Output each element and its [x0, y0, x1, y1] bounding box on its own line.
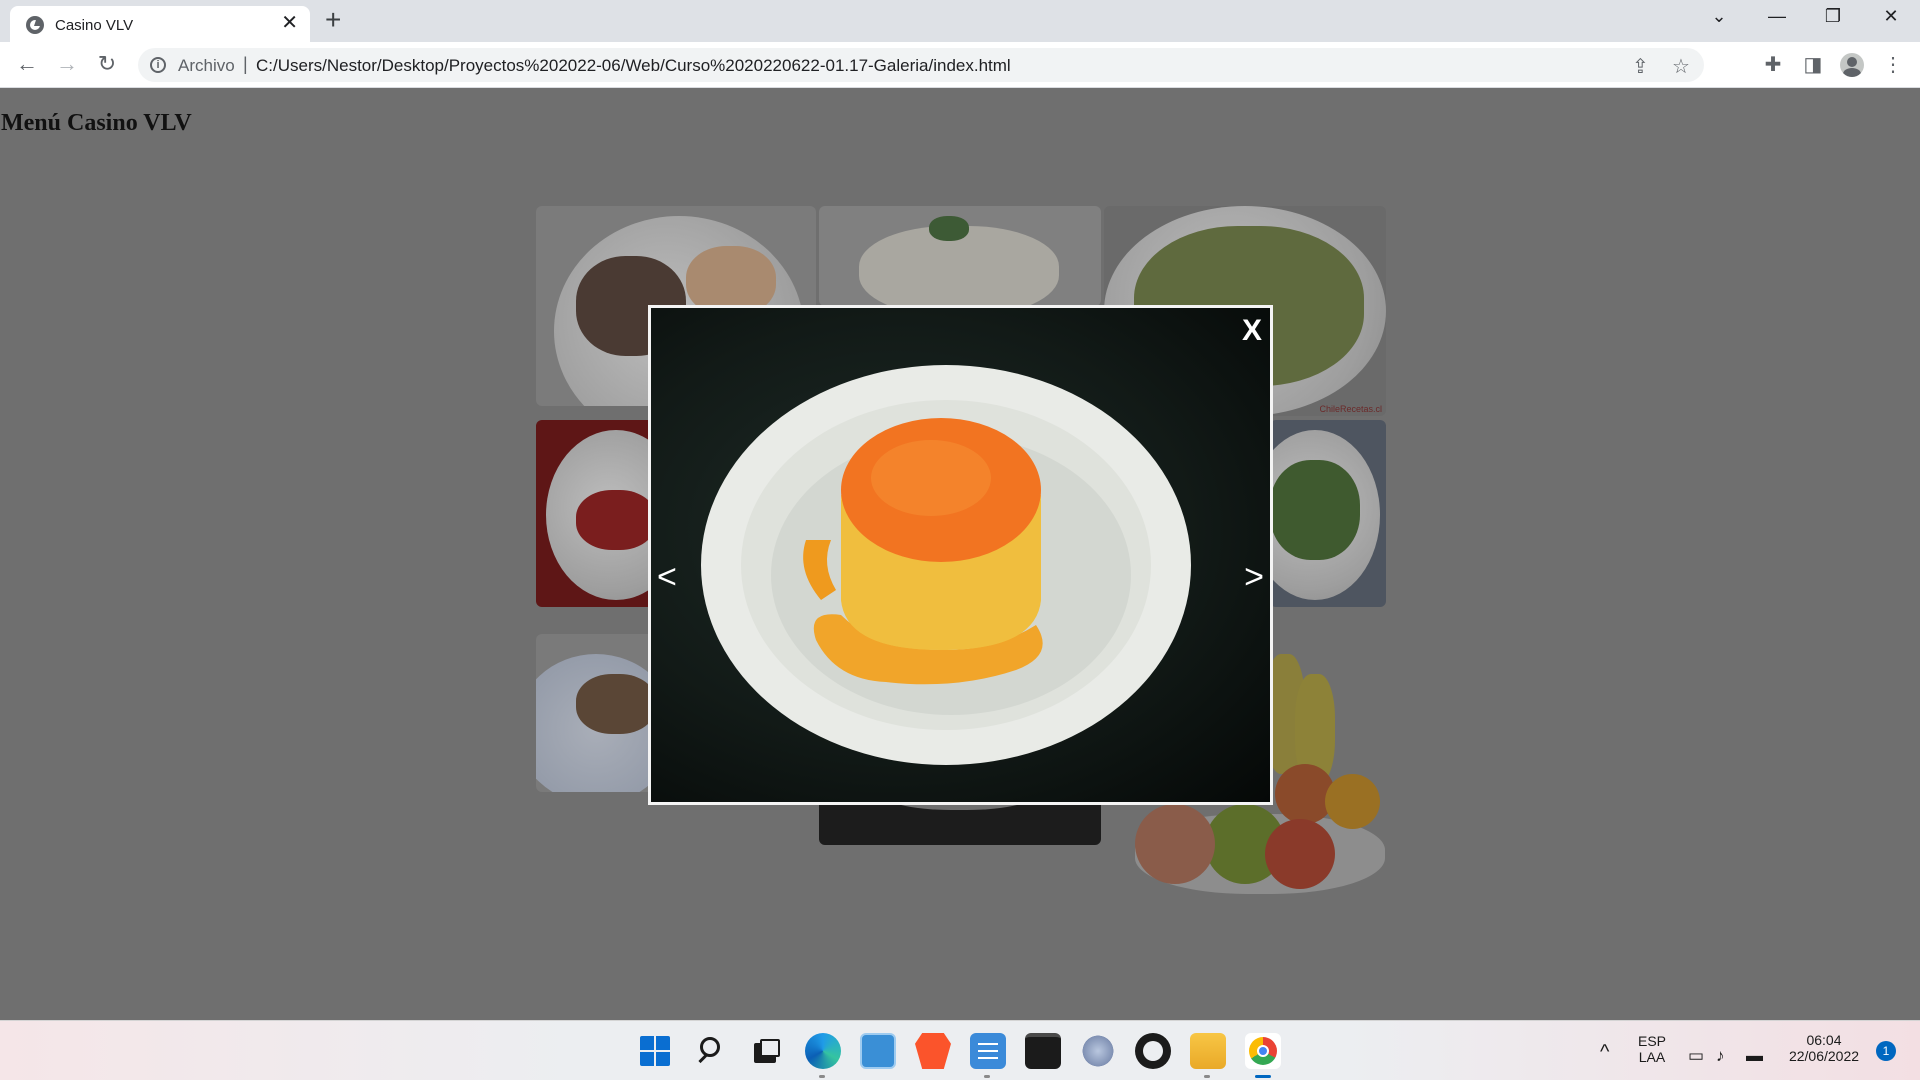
bookmark-star-icon[interactable]: ☆	[1672, 54, 1690, 79]
browser-tab[interactable]: Casino VLV ✕	[10, 6, 310, 42]
side-panel-icon[interactable]: ◨	[1800, 52, 1826, 77]
tab-search-icon[interactable]: ⌄	[1704, 6, 1734, 27]
control-panel-icon[interactable]	[860, 1033, 896, 1069]
xampp-icon[interactable]	[1080, 1033, 1116, 1069]
close-window-button[interactable]: ✕	[1876, 6, 1906, 27]
volume-icon[interactable]: ♪	[1716, 1046, 1725, 1066]
lightbox-close-button[interactable]: X	[1242, 316, 1262, 346]
clock-time: 06:04	[1806, 1032, 1842, 1048]
minimize-button[interactable]: —	[1762, 6, 1792, 27]
omnibox-separator: |	[243, 54, 248, 74]
back-button[interactable]: ←	[14, 52, 40, 78]
gallery-photo-fish[interactable]	[536, 634, 656, 792]
lightbox-next-button[interactable]: >	[1244, 560, 1264, 594]
restore-button[interactable]: ❐	[1818, 6, 1848, 27]
terminal-icon[interactable]	[1025, 1033, 1061, 1069]
language-indicator[interactable]: ESP LAA	[1636, 1033, 1668, 1065]
gallery-photo-green-beans[interactable]	[1270, 420, 1386, 607]
clock-date: 22/06/2022	[1788, 1048, 1860, 1064]
extensions-icon[interactable]: ✚	[1760, 52, 1786, 77]
nodejs-icon[interactable]	[1135, 1033, 1171, 1069]
watermark-label: ChileRecetas.cl	[1319, 404, 1382, 414]
notification-badge[interactable]: 1	[1876, 1041, 1896, 1061]
lightbox-modal: X < >	[648, 305, 1273, 805]
search-icon[interactable]	[694, 1033, 730, 1069]
reload-button[interactable]: ↻	[94, 52, 120, 78]
lightbox-prev-button[interactable]: <	[657, 560, 677, 594]
address-bar[interactable]: i Archivo | C:/Users/Nestor/Desktop/Proy…	[138, 48, 1704, 82]
gallery-photo-tomato-salad[interactable]	[536, 420, 656, 607]
start-icon[interactable]	[640, 1036, 670, 1066]
forward-button[interactable]: →	[54, 52, 80, 78]
url-text[interactable]: C:/Users/Nestor/Desktop/Proyectos%202022…	[256, 56, 1011, 76]
brave-icon[interactable]	[915, 1033, 951, 1069]
flan-image	[701, 365, 1191, 765]
share-icon[interactable]: ⇪	[1632, 54, 1649, 79]
chrome-icon[interactable]	[1245, 1033, 1281, 1078]
page-title: Menú Casino VLV	[1, 110, 192, 136]
browser-toolbar: ← → ↻ i Archivo | C:/Users/Nestor/Deskto…	[0, 42, 1920, 88]
task-view-icon[interactable]	[748, 1033, 784, 1069]
keyboard-layout: LAA	[1638, 1049, 1666, 1065]
gallery-photo-rice[interactable]	[819, 206, 1101, 306]
info-icon[interactable]: i	[150, 57, 166, 73]
tray-chevron-icon[interactable]: ^	[1600, 1041, 1609, 1064]
language-code: ESP	[1637, 1033, 1666, 1049]
network-icon[interactable]: ▭	[1688, 1046, 1704, 1066]
notepad-icon[interactable]	[970, 1033, 1006, 1078]
clock[interactable]: 06:04 22/06/2022	[1784, 1032, 1864, 1064]
file-explorer-icon[interactable]	[1190, 1033, 1226, 1078]
security-label[interactable]: Archivo	[178, 56, 235, 76]
battery-icon[interactable]: ▬	[1746, 1046, 1763, 1066]
globe-icon	[26, 16, 44, 34]
new-tab-button[interactable]: +	[325, 6, 341, 34]
taskbar	[0, 1020, 1920, 1080]
tab-close-icon[interactable]: ✕	[281, 13, 298, 33]
edge-icon[interactable]	[805, 1033, 841, 1078]
tab-strip: Casino VLV ✕ + ⌄ — ❐ ✕	[0, 0, 1920, 42]
chrome-menu-icon[interactable]: ⋮	[1880, 52, 1906, 77]
tab-title: Casino VLV	[55, 17, 134, 34]
profile-avatar-icon[interactable]	[1840, 53, 1864, 77]
